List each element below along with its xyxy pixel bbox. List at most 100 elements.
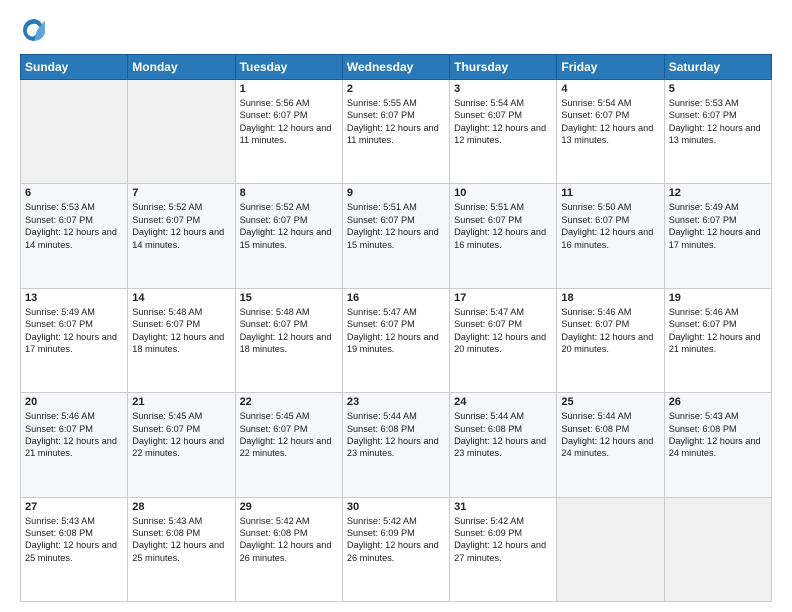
day-number: 30 bbox=[347, 501, 445, 513]
day-info: Sunrise: 5:42 AMSunset: 6:09 PMDaylight:… bbox=[347, 515, 445, 565]
day-cell: 24 Sunrise: 5:44 AMSunset: 6:08 PMDayligh… bbox=[450, 393, 557, 497]
day-cell: 22 Sunrise: 5:45 AMSunset: 6:07 PMDayligh… bbox=[235, 393, 342, 497]
day-info: Sunrise: 5:47 AMSunset: 6:07 PMDaylight:… bbox=[454, 306, 552, 356]
day-info: Sunrise: 5:45 AMSunset: 6:07 PMDaylight:… bbox=[240, 410, 338, 460]
day-info: Sunrise: 5:48 AMSunset: 6:07 PMDaylight:… bbox=[240, 306, 338, 356]
week-row-5: 27 Sunrise: 5:43 AMSunset: 6:08 PMDayligh… bbox=[21, 497, 772, 601]
day-cell: 29 Sunrise: 5:42 AMSunset: 6:08 PMDayligh… bbox=[235, 497, 342, 601]
day-number: 9 bbox=[347, 187, 445, 199]
day-cell: 26Sunrise: 5:43 AMSunset: 6:08 PMDayligh… bbox=[664, 393, 771, 497]
day-cell: 11 Sunrise: 5:50 AMSunset: 6:07 PMDayligh… bbox=[557, 184, 664, 288]
day-cell: 13Sunrise: 5:49 AMSunset: 6:07 PMDayligh… bbox=[21, 288, 128, 392]
day-cell: 12Sunrise: 5:49 AMSunset: 6:07 PMDayligh… bbox=[664, 184, 771, 288]
day-info: Sunrise: 5:49 AMSunset: 6:07 PMDaylight:… bbox=[25, 306, 123, 356]
week-row-4: 20 Sunrise: 5:46 AMSunset: 6:07 PMDayligh… bbox=[21, 393, 772, 497]
day-info: Sunrise: 5:54 AMSunset: 6:07 PMDaylight:… bbox=[454, 97, 552, 147]
day-info: Sunrise: 5:44 AMSunset: 6:08 PMDaylight:… bbox=[454, 410, 552, 460]
day-number: 10 bbox=[454, 187, 552, 199]
day-number: 28 bbox=[132, 501, 230, 513]
day-number: 8 bbox=[240, 187, 338, 199]
day-cell: 27 Sunrise: 5:43 AMSunset: 6:08 PMDayligh… bbox=[21, 497, 128, 601]
day-number: 31 bbox=[454, 501, 552, 513]
day-info: Sunrise: 5:51 AMSunset: 6:07 PMDaylight:… bbox=[454, 201, 552, 251]
day-number: 24 bbox=[454, 396, 552, 408]
day-cell: 31 Sunrise: 5:42 AMSunset: 6:09 PMDayligh… bbox=[450, 497, 557, 601]
day-number: 1 bbox=[240, 83, 338, 95]
day-cell: 1 Sunrise: 5:56 AMSunset: 6:07 PMDaylight… bbox=[235, 80, 342, 184]
day-info: Sunrise: 5:50 AMSunset: 6:07 PMDaylight:… bbox=[561, 201, 659, 251]
day-cell: 20 Sunrise: 5:46 AMSunset: 6:07 PMDayligh… bbox=[21, 393, 128, 497]
day-number: 7 bbox=[132, 187, 230, 199]
logo bbox=[20, 16, 52, 44]
day-cell: 25 Sunrise: 5:44 AMSunset: 6:08 PMDayligh… bbox=[557, 393, 664, 497]
day-info: Sunrise: 5:53 AMSunset: 6:07 PMDaylight:… bbox=[25, 201, 123, 251]
day-number: 18 bbox=[561, 292, 659, 304]
page: SundayMondayTuesdayWednesdayThursdayFrid… bbox=[0, 0, 792, 612]
day-cell: 14Sunrise: 5:48 AMSunset: 6:07 PMDayligh… bbox=[128, 288, 235, 392]
header bbox=[20, 16, 772, 44]
day-info: Sunrise: 5:46 AMSunset: 6:07 PMDaylight:… bbox=[25, 410, 123, 460]
day-number: 21 bbox=[132, 396, 230, 408]
day-cell: 17 Sunrise: 5:47 AMSunset: 6:07 PMDayligh… bbox=[450, 288, 557, 392]
logo-icon bbox=[20, 16, 48, 44]
day-number: 23 bbox=[347, 396, 445, 408]
day-info: Sunrise: 5:51 AMSunset: 6:07 PMDaylight:… bbox=[347, 201, 445, 251]
day-info: Sunrise: 5:55 AMSunset: 6:07 PMDaylight:… bbox=[347, 97, 445, 147]
day-number: 14 bbox=[132, 292, 230, 304]
day-number: 17 bbox=[454, 292, 552, 304]
day-number: 25 bbox=[561, 396, 659, 408]
day-cell: 23 Sunrise: 5:44 AMSunset: 6:08 PMDayligh… bbox=[342, 393, 449, 497]
week-row-2: 6 Sunrise: 5:53 AMSunset: 6:07 PMDaylight… bbox=[21, 184, 772, 288]
day-number: 29 bbox=[240, 501, 338, 513]
day-cell: 21 Sunrise: 5:45 AMSunset: 6:07 PMDayligh… bbox=[128, 393, 235, 497]
day-number: 6 bbox=[25, 187, 123, 199]
day-number: 22 bbox=[240, 396, 338, 408]
day-number: 15 bbox=[240, 292, 338, 304]
week-row-1: 1 Sunrise: 5:56 AMSunset: 6:07 PMDaylight… bbox=[21, 80, 772, 184]
day-number: 20 bbox=[25, 396, 123, 408]
calendar-header-row: SundayMondayTuesdayWednesdayThursdayFrid… bbox=[21, 55, 772, 80]
day-header-friday: Friday bbox=[557, 55, 664, 80]
day-number: 2 bbox=[347, 83, 445, 95]
day-number: 4 bbox=[561, 83, 659, 95]
day-header-wednesday: Wednesday bbox=[342, 55, 449, 80]
day-cell bbox=[21, 80, 128, 184]
day-cell: 15 Sunrise: 5:48 AMSunset: 6:07 PMDayligh… bbox=[235, 288, 342, 392]
day-cell: 5 Sunrise: 5:53 AMSunset: 6:07 PMDaylight… bbox=[664, 80, 771, 184]
day-info: Sunrise: 5:46 AMSunset: 6:07 PMDaylight:… bbox=[669, 306, 767, 356]
day-number: 16 bbox=[347, 292, 445, 304]
day-cell: 16Sunrise: 5:47 AMSunset: 6:07 PMDayligh… bbox=[342, 288, 449, 392]
day-header-sunday: Sunday bbox=[21, 55, 128, 80]
day-header-monday: Monday bbox=[128, 55, 235, 80]
day-info: Sunrise: 5:43 AMSunset: 6:08 PMDaylight:… bbox=[669, 410, 767, 460]
day-info: Sunrise: 5:42 AMSunset: 6:09 PMDaylight:… bbox=[454, 515, 552, 565]
day-cell bbox=[557, 497, 664, 601]
day-header-thursday: Thursday bbox=[450, 55, 557, 80]
day-cell: 9 Sunrise: 5:51 AMSunset: 6:07 PMDaylight… bbox=[342, 184, 449, 288]
day-number: 11 bbox=[561, 187, 659, 199]
day-info: Sunrise: 5:42 AMSunset: 6:08 PMDaylight:… bbox=[240, 515, 338, 565]
day-info: Sunrise: 5:43 AMSunset: 6:08 PMDaylight:… bbox=[25, 515, 123, 565]
day-info: Sunrise: 5:56 AMSunset: 6:07 PMDaylight:… bbox=[240, 97, 338, 147]
day-cell: 28 Sunrise: 5:43 AMSunset: 6:08 PMDayligh… bbox=[128, 497, 235, 601]
week-row-3: 13Sunrise: 5:49 AMSunset: 6:07 PMDayligh… bbox=[21, 288, 772, 392]
day-info: Sunrise: 5:44 AMSunset: 6:08 PMDaylight:… bbox=[561, 410, 659, 460]
day-info: Sunrise: 5:52 AMSunset: 6:07 PMDaylight:… bbox=[240, 201, 338, 251]
day-info: Sunrise: 5:45 AMSunset: 6:07 PMDaylight:… bbox=[132, 410, 230, 460]
day-cell: 4Sunrise: 5:54 AMSunset: 6:07 PMDaylight… bbox=[557, 80, 664, 184]
day-number: 5 bbox=[669, 83, 767, 95]
day-number: 27 bbox=[25, 501, 123, 513]
day-cell: 30 Sunrise: 5:42 AMSunset: 6:09 PMDayligh… bbox=[342, 497, 449, 601]
day-cell bbox=[664, 497, 771, 601]
day-number: 12 bbox=[669, 187, 767, 199]
day-number: 3 bbox=[454, 83, 552, 95]
day-cell: 6 Sunrise: 5:53 AMSunset: 6:07 PMDaylight… bbox=[21, 184, 128, 288]
day-cell: 3 Sunrise: 5:54 AMSunset: 6:07 PMDaylight… bbox=[450, 80, 557, 184]
day-info: Sunrise: 5:43 AMSunset: 6:08 PMDaylight:… bbox=[132, 515, 230, 565]
day-info: Sunrise: 5:53 AMSunset: 6:07 PMDaylight:… bbox=[669, 97, 767, 147]
day-cell: 2 Sunrise: 5:55 AMSunset: 6:07 PMDaylight… bbox=[342, 80, 449, 184]
day-number: 19 bbox=[669, 292, 767, 304]
day-info: Sunrise: 5:44 AMSunset: 6:08 PMDaylight:… bbox=[347, 410, 445, 460]
day-cell bbox=[128, 80, 235, 184]
day-cell: 19 Sunrise: 5:46 AMSunset: 6:07 PMDayligh… bbox=[664, 288, 771, 392]
